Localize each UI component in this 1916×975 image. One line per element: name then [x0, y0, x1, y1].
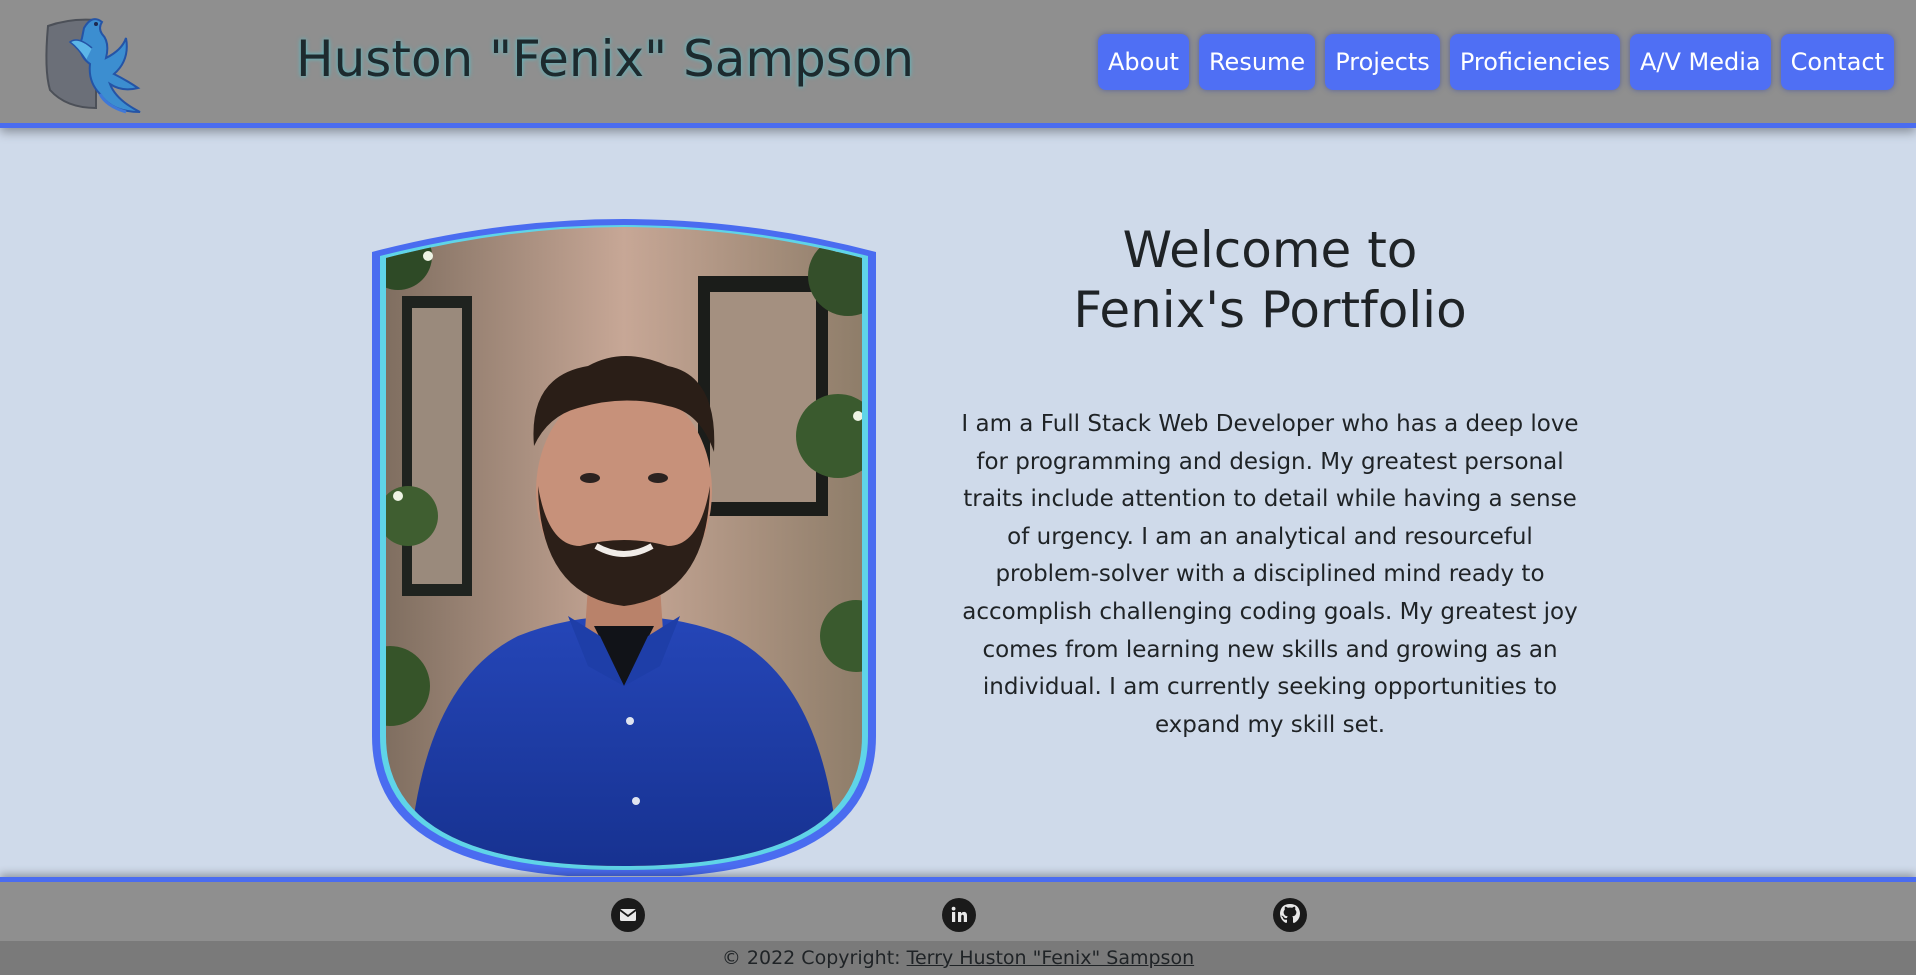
email-icon[interactable]: [610, 897, 646, 933]
intro-paragraph: I am a Full Stack Web Developer who has …: [961, 411, 1579, 738]
site-header: Huston "Fenix" Sampson About Resume Proj…: [0, 0, 1916, 128]
site-footer: © 2022 Copyright: Terry Huston "Fenix" S…: [0, 877, 1916, 975]
nav-proficiencies-button[interactable]: Proficiencies: [1449, 34, 1620, 90]
welcome-section: Welcome to Fenix's Portfolio I am a Full…: [940, 220, 1600, 744]
profile-photo: [372, 219, 876, 876]
nav-resume-button[interactable]: Resume: [1198, 34, 1316, 90]
welcome-heading-line1: Welcome to: [1122, 221, 1418, 279]
linkedin-icon[interactable]: [941, 897, 977, 933]
nav-av-media-button[interactable]: A/V Media: [1629, 34, 1771, 90]
nav-about-button[interactable]: About: [1097, 34, 1189, 90]
copyright-bar: © 2022 Copyright: Terry Huston "Fenix" S…: [0, 941, 1916, 975]
github-icon[interactable]: [1272, 897, 1308, 933]
copyright-author-link[interactable]: Terry Huston "Fenix" Sampson: [907, 947, 1195, 969]
copyright-text: © 2022 Copyright:: [721, 947, 907, 969]
welcome-heading-line2: Fenix's Portfolio: [1073, 281, 1467, 339]
main-nav: About Resume Projects Proficiencies A/V …: [1088, 34, 1894, 90]
phoenix-shield-icon[interactable]: [40, 8, 152, 116]
nav-projects-button[interactable]: Projects: [1325, 34, 1440, 90]
site-title: Huston "Fenix" Sampson: [296, 30, 915, 88]
nav-contact-button[interactable]: Contact: [1780, 34, 1894, 90]
welcome-heading: Welcome to Fenix's Portfolio: [940, 220, 1600, 340]
